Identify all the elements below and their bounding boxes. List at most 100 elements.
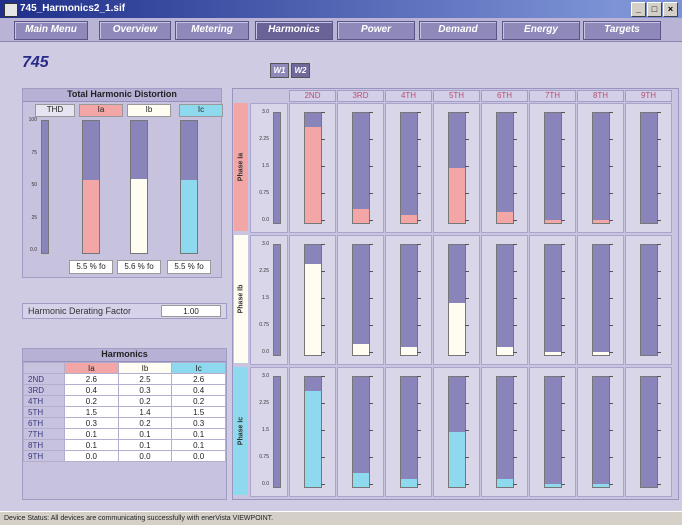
status-bar: Device Status: All devices are communica… [0, 511, 682, 525]
thd-bar-ic [180, 120, 198, 254]
tick-mark [465, 352, 469, 353]
close-icon[interactable]: × [663, 2, 678, 17]
column-header-4th: 4TH [385, 90, 432, 102]
tick-mark [609, 139, 613, 140]
scale-tick-label: 0.0 [262, 481, 269, 487]
harmonics-table-panel: Harmonics Ia Ib Ic 2ND 2.6 2.5 2.6 3RD 0.4 0.3 0.4… [22, 348, 227, 500]
tick-mark [513, 271, 517, 272]
tick-mark [465, 484, 469, 485]
tick-mark [561, 352, 565, 353]
scale-tick-label: 0.75 [259, 454, 269, 460]
harmonic-cell [289, 103, 336, 233]
tick-mark [609, 244, 613, 245]
menu-item-demand[interactable]: Demand [419, 21, 497, 40]
harmonic-cell [433, 367, 480, 497]
tick-mark [609, 112, 613, 113]
harmonic-bar-fill [497, 212, 513, 223]
harmonic-cell [385, 367, 432, 497]
harmonic-cell [385, 103, 432, 233]
harmonic-cell [625, 235, 672, 365]
harmonic-bar-fill [449, 303, 465, 355]
thd-header-ic: Ic [179, 104, 223, 117]
tick-mark [369, 484, 373, 485]
tab-w1[interactable]: W1 [270, 63, 289, 78]
harmonic-value: 0.1 [117, 439, 173, 451]
column-header-8th: 8TH [577, 90, 624, 102]
harmonic-bar [400, 112, 418, 224]
tick-mark [369, 403, 373, 404]
scale-tick-label: 3.0 [262, 241, 269, 247]
harmonic-bar-fill [449, 432, 465, 487]
scale-tick-label: 0.75 [259, 322, 269, 328]
tick-mark [513, 220, 517, 221]
tick-mark [561, 220, 565, 221]
minimize-icon[interactable]: _ [631, 2, 646, 17]
harmonic-cell [433, 235, 480, 365]
scale-tick-label: 0.0 [262, 349, 269, 355]
tick-mark [465, 220, 469, 221]
harmonic-order: 3RD [23, 384, 65, 396]
derating-panel: Harmonic Derating Factor 1.00 [22, 303, 227, 319]
harmonic-bar-fill [545, 219, 561, 223]
harmonic-cell [289, 235, 336, 365]
harmonic-order: 9TH [23, 450, 65, 462]
tick-mark [657, 298, 661, 299]
tab-w2[interactable]: W2 [291, 63, 310, 78]
table-row: 5TH 1.5 1.4 1.5 [23, 406, 226, 418]
scale-tick-label: 3.0 [262, 109, 269, 115]
harmonic-order: 2ND [23, 373, 65, 385]
title-bar: 745_Harmonics2_1.sif _ □ × [0, 0, 682, 18]
menu-item-targets[interactable]: Targets [583, 21, 661, 40]
tick-mark [465, 139, 469, 140]
harmonic-order: 4TH [23, 395, 65, 407]
tick-mark [369, 220, 373, 221]
harmonic-bar [496, 112, 514, 224]
tick-mark [321, 484, 325, 485]
menu-item-metering[interactable]: Metering [175, 21, 249, 40]
harmonics-table: Ia Ib Ic 2ND 2.6 2.5 2.6 3RD 0.4 0.3 0.4 4TH 0.2 0.2 0… [23, 362, 226, 462]
tick-mark [369, 193, 373, 194]
tick-mark [417, 139, 421, 140]
harmonic-bar [352, 112, 370, 224]
tick-mark [609, 325, 613, 326]
harmonic-cell [577, 367, 624, 497]
scale-tick-label: 0.75 [259, 190, 269, 196]
tick-mark [561, 112, 565, 113]
tick-mark [561, 193, 565, 194]
tick-mark [369, 298, 373, 299]
harmonic-bar [544, 112, 562, 224]
harmonic-bar-fill [401, 215, 417, 223]
harmonic-bar-fill [593, 483, 609, 487]
harmonic-value: 0.2 [117, 417, 173, 429]
harmonic-value: 0.2 [171, 395, 226, 407]
tick-mark [609, 484, 613, 485]
harmonic-value: 0.3 [64, 417, 119, 429]
tick-mark [561, 457, 565, 458]
tick-mark [369, 139, 373, 140]
harmonic-bar [544, 376, 562, 488]
menu-item-overview[interactable]: Overview [99, 21, 171, 40]
thd-tick-label: 0.0 [30, 247, 37, 253]
tick-mark [657, 220, 661, 221]
tick-mark [465, 244, 469, 245]
harmonic-bar [352, 244, 370, 356]
harmonic-value: 2.6 [64, 373, 119, 385]
tick-mark [417, 430, 421, 431]
harmonic-bar-fill [305, 263, 321, 355]
thd-tick-label: 50 [31, 182, 37, 188]
derating-value: 1.00 [161, 305, 221, 317]
tick-mark [417, 376, 421, 377]
menu-item-main-menu[interactable]: Main Menu [14, 21, 88, 40]
harmonic-bar-fill [401, 479, 417, 487]
harmonic-bar [400, 376, 418, 488]
maximize-icon[interactable]: □ [647, 2, 662, 17]
menu-item-harmonics[interactable]: Harmonics [255, 21, 333, 40]
menu-item-power[interactable]: Power [337, 21, 415, 40]
tick-mark [321, 403, 325, 404]
menu-item-energy[interactable]: Energy [502, 21, 580, 40]
tick-mark [369, 376, 373, 377]
scale-axis [273, 376, 281, 488]
tick-mark [609, 298, 613, 299]
harmonic-cell [577, 103, 624, 233]
tick-mark [657, 457, 661, 458]
